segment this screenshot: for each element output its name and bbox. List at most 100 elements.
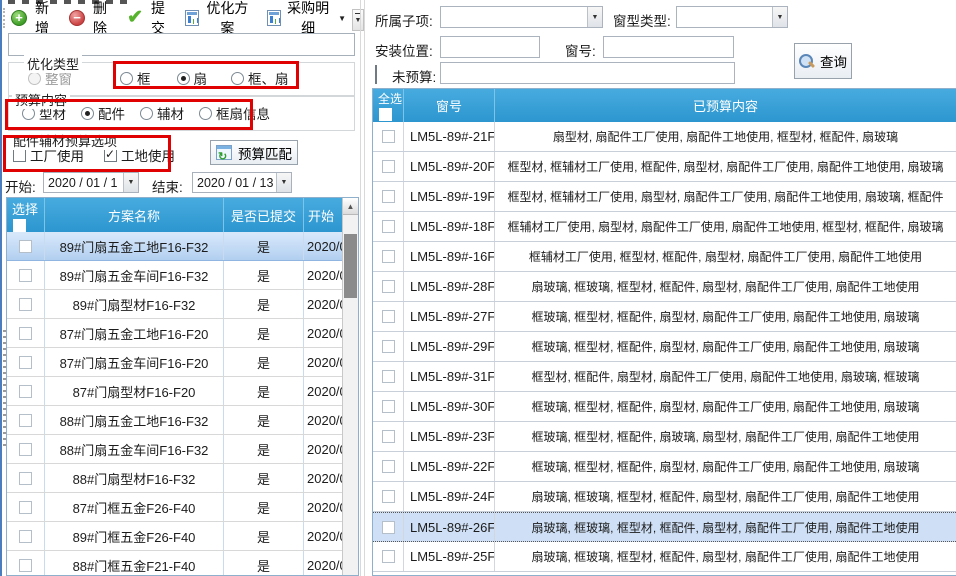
plan-name-cell: 89#门扇五金工地F16-F32 bbox=[45, 232, 224, 260]
checkbox-indicator-icon[interactable] bbox=[13, 149, 26, 162]
plan-row-checkbox[interactable] bbox=[19, 240, 32, 253]
no-budget-checkbox[interactable] bbox=[375, 65, 377, 84]
window-row-checkbox[interactable] bbox=[382, 430, 395, 443]
radio-option-框、扇[interactable]: 框、扇 bbox=[231, 68, 289, 88]
window-row-checkbox[interactable] bbox=[382, 550, 395, 563]
window-row[interactable]: LM5L-89#-28F26扇玻璃, 框玻璃, 框型材, 框配件, 扇型材, 扇… bbox=[373, 272, 956, 302]
window-row[interactable]: LM5L-89#-16F15框辅材工厂使用, 框型材, 框配件, 扇型材, 扇配… bbox=[373, 242, 956, 272]
checkbox-indicator-icon[interactable] bbox=[104, 149, 117, 162]
window-row-checkbox[interactable] bbox=[382, 160, 395, 173]
plan-row-checkbox[interactable] bbox=[19, 472, 32, 485]
select-all-plans-checkbox[interactable] bbox=[13, 219, 26, 232]
plan-row[interactable]: 88#门扇五金工地F16-F32是2020/0 bbox=[7, 406, 344, 435]
toolbar: + 新增 − 删除 ✔ 提交 优化方案 采购明细 ▼ bbox=[6, 5, 351, 31]
dropdown-arrow-icon[interactable]: ▼ bbox=[772, 7, 787, 27]
window-row[interactable]: LM5L-89#-21F19扇型材, 扇配件工厂使用, 扇配件工地使用, 框型材… bbox=[373, 122, 956, 152]
window-row-checkbox[interactable] bbox=[382, 490, 395, 503]
plan-row-checkbox[interactable] bbox=[19, 414, 32, 427]
radio-indicator-icon[interactable] bbox=[231, 72, 244, 85]
window-row[interactable]: LM5L-89#-29F27框玻璃, 框型材, 框配件, 扇型材, 扇配件工厂使… bbox=[373, 332, 956, 362]
plan-row[interactable]: 87#门框五金F26-F40是2020/0 bbox=[7, 493, 344, 522]
window-row-checkbox[interactable] bbox=[382, 460, 395, 473]
window-row-checkbox[interactable] bbox=[382, 340, 395, 353]
plan-row-checkbox[interactable] bbox=[19, 443, 32, 456]
plan-row[interactable]: 89#门扇五金工地F16-F32是2020/0 bbox=[7, 232, 344, 261]
plan-row-checkbox[interactable] bbox=[19, 356, 32, 369]
window-row-checkbox[interactable] bbox=[382, 400, 395, 413]
plan-row-checkbox[interactable] bbox=[19, 559, 32, 572]
plan-table-scrollbar[interactable]: ▲ bbox=[342, 198, 358, 575]
radio-indicator-icon[interactable] bbox=[199, 107, 212, 120]
plan-filter-input[interactable] bbox=[8, 33, 355, 56]
query-button-label: 查询 bbox=[820, 51, 847, 71]
window-row[interactable]: LM5L-89#-18F16框辅材工厂使用, 扇型材, 扇配件工厂使用, 扇配件… bbox=[373, 212, 956, 242]
window-row-select-cell bbox=[373, 272, 404, 301]
dropdown-arrow-icon[interactable]: ▼ bbox=[276, 173, 291, 192]
scroll-up-icon[interactable]: ▲ bbox=[343, 198, 358, 215]
radio-option-框扇信息[interactable]: 框扇信息 bbox=[199, 103, 270, 123]
radio-indicator-icon[interactable] bbox=[120, 72, 133, 85]
budget-content-label: 预算内容 bbox=[12, 90, 70, 109]
no-budget-input[interactable] bbox=[440, 62, 735, 84]
radio-indicator-icon[interactable] bbox=[81, 107, 94, 120]
toolbar-grip[interactable] bbox=[3, 8, 5, 28]
plan-row[interactable]: 89#门扇五金车间F16-F32是2020/0 bbox=[7, 261, 344, 290]
window-row[interactable]: LM5L-89#-25F23扇玻璃, 框玻璃, 框型材, 框配件, 扇型材, 扇… bbox=[373, 542, 956, 572]
window-row[interactable]: LM5L-89#-20F18框型材, 框辅材工厂使用, 框配件, 扇型材, 扇配… bbox=[373, 152, 956, 182]
plan-row-checkbox[interactable] bbox=[19, 327, 32, 340]
plan-row[interactable]: 88#门扇五金车间F16-F32是2020/0 bbox=[7, 435, 344, 464]
window-no-cell: LM5L-89#-27F25 bbox=[404, 302, 495, 331]
window-row[interactable]: LM5L-89#-22F20框玻璃, 框型材, 框配件, 扇型材, 扇配件工厂使… bbox=[373, 452, 956, 482]
window-row[interactable]: LM5L-89#-30F28框玻璃, 框型材, 框配件, 扇型材, 扇配件工厂使… bbox=[373, 392, 956, 422]
query-button[interactable]: 查询 bbox=[794, 43, 852, 79]
radio-indicator-icon[interactable] bbox=[177, 72, 190, 85]
window-row-checkbox[interactable] bbox=[382, 370, 395, 383]
window-row[interactable]: LM5L-89#-23F21框玻璃, 框型材, 框配件, 扇玻璃, 扇型材, 扇… bbox=[373, 422, 956, 452]
window-row[interactable]: LM5L-89#-24F22扇玻璃, 框玻璃, 框型材, 框配件, 扇型材, 扇… bbox=[373, 482, 956, 512]
window-no-input[interactable] bbox=[603, 36, 734, 58]
select-all-windows-checkbox[interactable] bbox=[379, 108, 392, 121]
radio-option-辅材[interactable]: 辅材 bbox=[140, 103, 184, 123]
window-row[interactable]: LM5L-89#-27F25框玻璃, 框型材, 框配件, 扇型材, 扇配件工厂使… bbox=[373, 302, 956, 332]
window-row[interactable]: LM5L-89#-26F24扇玻璃, 框玻璃, 框型材, 框配件, 扇型材, 扇… bbox=[373, 512, 956, 542]
dropdown-arrow-icon[interactable]: ▼ bbox=[587, 7, 602, 27]
plan-row-checkbox[interactable] bbox=[19, 501, 32, 514]
budget-match-button[interactable]: 预算匹配 bbox=[210, 140, 298, 165]
sub-item-combobox[interactable]: ▼ bbox=[440, 6, 603, 28]
plan-row[interactable]: 87#门扇五金工地F16-F20是2020/0 bbox=[7, 319, 344, 348]
date-end-picker[interactable]: 2020 / 01 / 13 ▼ bbox=[192, 172, 292, 193]
radio-option-框[interactable]: 框 bbox=[120, 68, 151, 88]
plan-row-checkbox[interactable] bbox=[19, 530, 32, 543]
dropdown-arrow-icon[interactable]: ▼ bbox=[123, 173, 138, 192]
plan-row-checkbox[interactable] bbox=[19, 269, 32, 282]
window-row[interactable]: LM5L-89#-31F29框型材, 框配件, 扇型材, 扇配件工厂使用, 扇配… bbox=[373, 362, 956, 392]
plan-row-checkbox[interactable] bbox=[19, 385, 32, 398]
plan-row[interactable]: 88#门扇型材F16-F32是2020/0 bbox=[7, 464, 344, 493]
window-row-checkbox[interactable] bbox=[382, 250, 395, 263]
window-row-checkbox[interactable] bbox=[382, 130, 395, 143]
plan-row[interactable]: 87#门扇五金车间F16-F20是2020/0 bbox=[7, 348, 344, 377]
window-row-checkbox[interactable] bbox=[382, 521, 395, 534]
radio-option-扇[interactable]: 扇 bbox=[177, 68, 208, 88]
window-row-checkbox[interactable] bbox=[382, 280, 395, 293]
toolbar-overflow-button[interactable]: ▼ bbox=[352, 9, 364, 31]
plan-start-cell: 2020/0 bbox=[304, 377, 344, 405]
date-start-picker[interactable]: 2020 / 01 / 1 ▼ bbox=[43, 172, 139, 193]
window-row-checkbox[interactable] bbox=[382, 190, 395, 203]
plan-row[interactable]: 89#门框五金F26-F40是2020/0 bbox=[7, 522, 344, 551]
plan-row[interactable]: 88#门框五金F21-F40是2020/0 bbox=[7, 551, 344, 576]
radio-option-配件[interactable]: 配件 bbox=[81, 103, 125, 123]
window-row-checkbox[interactable] bbox=[382, 310, 395, 323]
radio-indicator-icon[interactable] bbox=[140, 107, 153, 120]
window-row-checkbox[interactable] bbox=[382, 220, 395, 233]
window-type-combobox[interactable]: ▼ bbox=[676, 6, 788, 28]
install-position-input[interactable] bbox=[440, 36, 540, 58]
radio-indicator-icon[interactable] bbox=[28, 72, 41, 85]
plan-row[interactable]: 89#门扇型材F16-F32是2020/0 bbox=[7, 290, 344, 319]
plan-row[interactable]: 87#门扇型材F16-F20是2020/0 bbox=[7, 377, 344, 406]
plan-name-cell: 87#门框五金F26-F40 bbox=[45, 493, 224, 521]
scrollbar-thumb[interactable] bbox=[344, 234, 357, 298]
window-row-select-cell bbox=[373, 242, 404, 271]
window-row[interactable]: LM5L-89#-19F17框型材, 框辅材工厂使用, 扇型材, 扇配件工厂使用… bbox=[373, 182, 956, 212]
plan-row-checkbox[interactable] bbox=[19, 298, 32, 311]
